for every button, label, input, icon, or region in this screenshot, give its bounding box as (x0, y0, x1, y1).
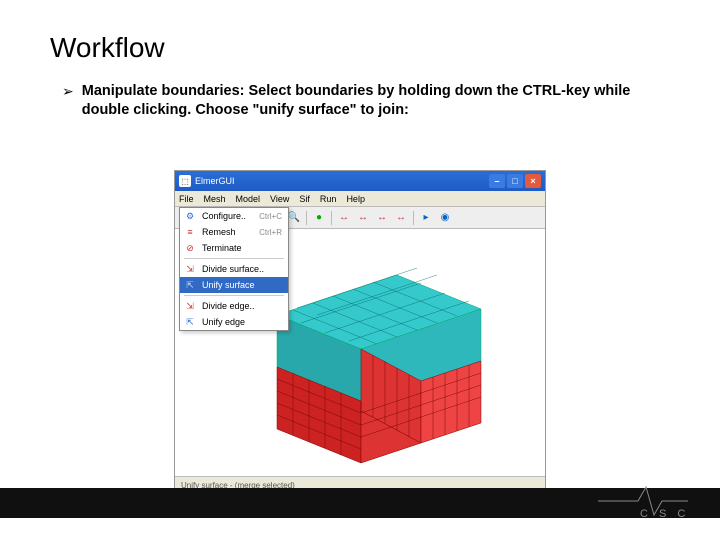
menu-unify-edge[interactable]: ⇱ Unify edge (180, 314, 288, 330)
menu-divide-edge[interactable]: ⇲ Divide edge.. (180, 298, 288, 314)
menu-divide-surface[interactable]: ⇲ Divide surface.. (180, 261, 288, 277)
bullet-item: ➢ Manipulate boundaries: Select boundari… (0, 74, 720, 120)
menu-view[interactable]: View (270, 194, 289, 204)
menu-remesh[interactable]: ≡ Remesh Ctrl+R (180, 224, 288, 240)
arrow4-icon[interactable]: ↔ (393, 210, 409, 226)
arrow3-icon[interactable]: ↔ (374, 210, 390, 226)
divide-edge-icon: ⇲ (184, 300, 196, 312)
csc-logo: C S C (596, 481, 692, 521)
play-icon[interactable]: ▸ (418, 210, 434, 226)
minimize-button[interactable]: – (489, 174, 505, 188)
gear-icon: ⚙ (184, 210, 196, 222)
menu-run[interactable]: Run (320, 194, 337, 204)
arrow1-icon[interactable]: ↔ (336, 210, 352, 226)
mesh-menu-dropdown: ⚙ Configure.. Ctrl+C ≡ Remesh Ctrl+R ⊘ T… (179, 207, 289, 331)
menu-configure[interactable]: ⚙ Configure.. Ctrl+C (180, 208, 288, 224)
menu-unify-surface[interactable]: ⇱ Unify surface (180, 277, 288, 293)
arrow-bullet-icon: ➢ (62, 82, 74, 100)
divide-surface-icon: ⇲ (184, 263, 196, 275)
remesh-icon: ≡ (184, 226, 196, 238)
unify-surface-icon: ⇱ (184, 279, 196, 291)
run-icon[interactable]: ● (311, 210, 327, 226)
menu-model[interactable]: Model (236, 194, 261, 204)
target-icon[interactable]: ◉ (437, 210, 453, 226)
window-title: ElmerGUI (195, 176, 489, 186)
maximize-button[interactable]: □ (507, 174, 523, 188)
app-window: ⬚ ElmerGUI – □ × File Mesh Model View Si… (174, 170, 546, 495)
app-icon: ⬚ (179, 175, 191, 187)
menu-mesh[interactable]: Mesh (204, 194, 226, 204)
menu-file[interactable]: File (179, 194, 194, 204)
bullet-text: Manipulate boundaries: Select boundaries… (82, 82, 670, 120)
unify-edge-icon: ⇱ (184, 316, 196, 328)
svg-text:C S C: C S C (640, 508, 689, 520)
titlebar: ⬚ ElmerGUI – □ × (175, 171, 545, 191)
page-title: Workflow (0, 0, 720, 74)
menu-sif[interactable]: Sif (299, 194, 310, 204)
menu-terminate[interactable]: ⊘ Terminate (180, 240, 288, 256)
arrow2-icon[interactable]: ↔ (355, 210, 371, 226)
menubar: File Mesh Model View Sif Run Help (175, 191, 545, 207)
close-button[interactable]: × (525, 174, 541, 188)
menu-help[interactable]: Help (346, 194, 365, 204)
terminate-icon: ⊘ (184, 242, 196, 254)
